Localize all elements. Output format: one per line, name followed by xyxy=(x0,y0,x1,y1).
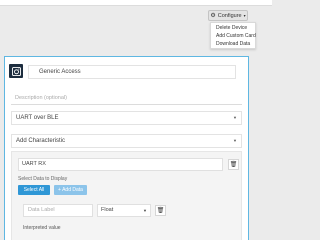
add-data-button[interactable]: + Add Data xyxy=(54,185,87,195)
trash-icon: 🗑 xyxy=(156,208,165,214)
menu-item-delete-device[interactable]: Delete Device xyxy=(211,24,255,32)
camera-icon xyxy=(11,66,21,76)
transport-select[interactable]: UART over BLE ▼ xyxy=(11,111,242,125)
characteristic-panel: UART RX 🗑 Select Data to Display Select … xyxy=(11,151,242,240)
transport-select-value: UART over BLE xyxy=(16,115,59,121)
configure-button[interactable]: ⚙ Configure ▾ xyxy=(208,10,248,21)
add-data-label: + Add Data xyxy=(58,187,83,193)
select-all-label: Select All xyxy=(23,187,45,193)
data-type-value: Float xyxy=(101,207,114,213)
data-type-select[interactable]: Float ▼ xyxy=(97,204,151,217)
delete-data-button[interactable]: 🗑 xyxy=(155,205,166,216)
menu-item-add-custom-card[interactable]: Add Custom Card xyxy=(211,32,256,40)
add-characteristic-select[interactable]: Add Characteristic ▼ xyxy=(11,134,242,148)
trash-icon: 🗑 xyxy=(229,162,238,168)
service-card: Generic Access Description (optional) UA… xyxy=(4,56,249,240)
top-bar xyxy=(0,0,272,6)
description-input[interactable]: Description (optional) xyxy=(11,91,242,105)
configure-dropdown-menu: Delete Device Add Custom Card Download D… xyxy=(210,22,256,49)
configure-label: Configure xyxy=(217,12,242,19)
select-data-label: Select Data to Display xyxy=(18,176,68,182)
characteristic-name-input[interactable]: UART RX xyxy=(18,158,223,171)
add-characteristic-label: Add Characteristic xyxy=(16,138,66,144)
interpreted-value-label: Interpreted value xyxy=(23,225,61,231)
delete-characteristic-button[interactable]: 🗑 xyxy=(228,159,239,170)
gear-icon: ⚙ xyxy=(210,12,216,19)
select-all-button[interactable]: Select All xyxy=(18,185,50,195)
chevron-down-icon: ▼ xyxy=(233,138,237,143)
service-name-input[interactable]: Generic Access xyxy=(28,65,236,79)
service-icon xyxy=(9,64,23,78)
data-label-input[interactable]: Data Label xyxy=(23,204,93,217)
chevron-down-icon: ▼ xyxy=(233,115,237,120)
chevron-down-icon: ▼ xyxy=(143,208,147,213)
chevron-down-icon: ▾ xyxy=(243,13,246,18)
menu-item-download-data[interactable]: Download Data xyxy=(211,40,255,48)
